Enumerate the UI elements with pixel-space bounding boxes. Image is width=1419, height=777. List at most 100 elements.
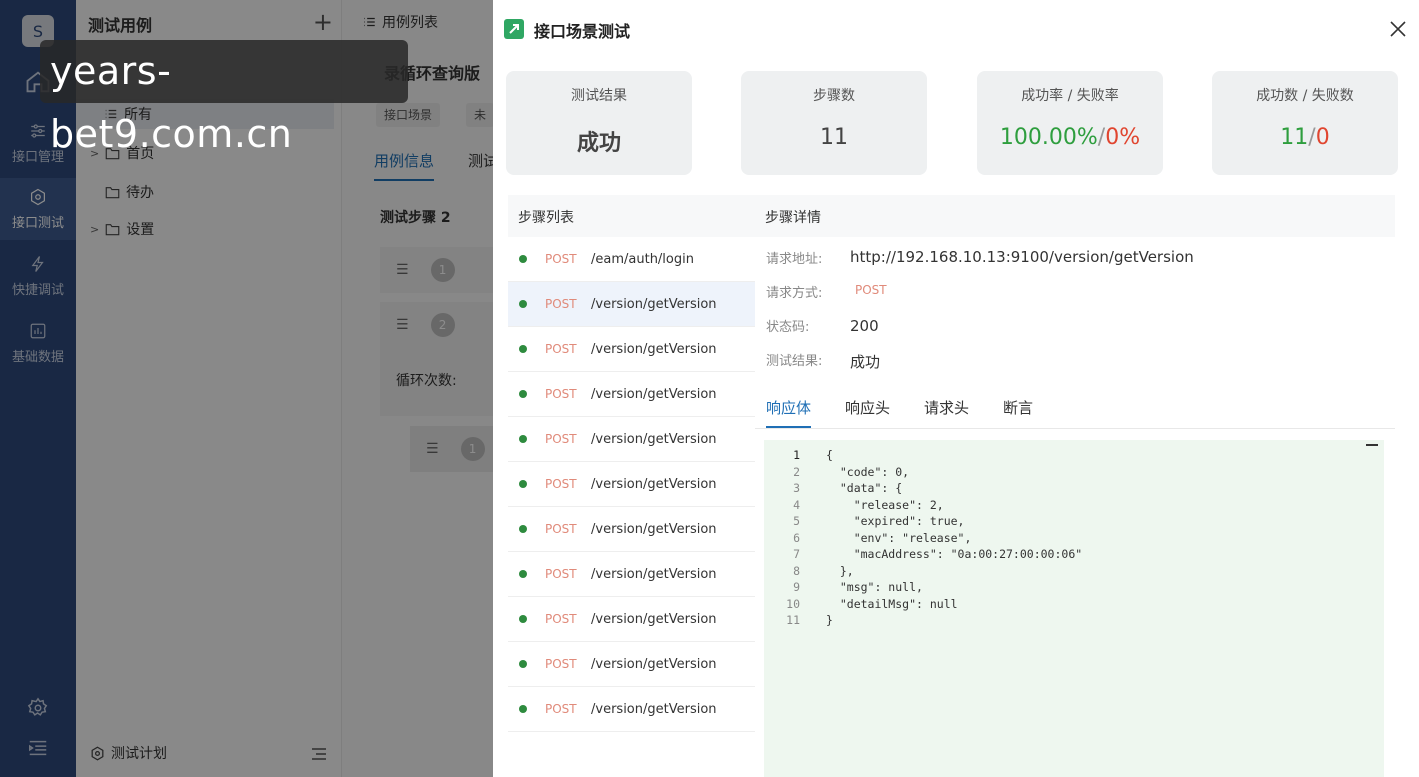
- status-dot-icon: [519, 390, 527, 398]
- status-dot-icon: [519, 660, 527, 668]
- step-path: /version/getVersion: [591, 476, 717, 492]
- stat-value: 11/0: [1212, 125, 1398, 150]
- tab-response-headers[interactable]: 响应头: [845, 397, 890, 428]
- stat-success-count: 成功数 / 失败数 11/0: [1212, 71, 1398, 175]
- step-list-item[interactable]: POST/version/getVersion: [508, 642, 755, 687]
- step-path: /version/getVersion: [591, 296, 717, 312]
- tab-response-body[interactable]: 响应体: [766, 397, 812, 428]
- step-list-item[interactable]: POST/version/getVersion: [508, 417, 755, 462]
- status-dot-icon: [519, 255, 527, 263]
- code-text: "macAddress": "0a:00:27:00:00:06": [826, 547, 1083, 561]
- request-url-label: 请求地址:: [766, 252, 823, 267]
- code-text: "code": 0,: [826, 464, 910, 479]
- request-method-label: 请求方式:: [766, 286, 823, 301]
- step-path: /version/getVersion: [591, 566, 717, 582]
- code-line: 10 "detailMsg": null: [764, 596, 957, 613]
- status-dot-icon: [519, 525, 527, 533]
- line-number: 9: [793, 580, 800, 594]
- close-icon[interactable]: [1389, 20, 1407, 38]
- step-method: POST: [545, 387, 577, 401]
- step-method: POST: [545, 612, 577, 626]
- step-path: /version/getVersion: [591, 431, 717, 447]
- request-url: http://192.168.10.13:9100/version/getVer…: [850, 248, 1194, 266]
- stat-value: 100.00%/0%: [977, 125, 1163, 150]
- code-text: }: [826, 613, 833, 627]
- test-result-label: 测试结果:: [766, 354, 823, 369]
- status-dot-icon: [519, 300, 527, 308]
- code-line: 3 "data": {: [764, 480, 902, 497]
- status-dot-icon: [519, 480, 527, 488]
- stat-value: 成功: [576, 131, 621, 156]
- fail-count: 0: [1315, 125, 1330, 150]
- code-line: 9 "msg": null,: [764, 579, 923, 596]
- line-number: 2: [793, 464, 800, 479]
- code-line: 8 },: [764, 563, 854, 580]
- stat-test-result: 测试结果 成功: [506, 71, 692, 175]
- step-method: POST: [545, 252, 577, 266]
- step-path: /version/getVersion: [591, 656, 717, 672]
- code-text: "env": "release",: [826, 530, 972, 545]
- line-number: 7: [793, 547, 800, 561]
- code-line: 5 "expired": true,: [764, 513, 964, 530]
- line-number: 6: [793, 530, 800, 545]
- status-dot-icon: [519, 345, 527, 353]
- tab-request-headers[interactable]: 请求头: [924, 397, 969, 428]
- step-list-item[interactable]: POST/version/getVersion: [508, 552, 755, 597]
- step-list-item[interactable]: POST/version/getVersion: [508, 507, 755, 552]
- response-body-viewer[interactable]: 1{2 "code": 0, 3 "data": {4 "release": 2,…: [764, 440, 1384, 777]
- status-dot-icon: [519, 570, 527, 578]
- step-path: /version/getVersion: [591, 611, 717, 627]
- step-list-item[interactable]: POST/eam/auth/login: [508, 237, 755, 282]
- watermark: years-bet9.com.cn: [40, 40, 408, 156]
- step-method: POST: [545, 342, 577, 356]
- status-code-label: 状态码:: [766, 320, 810, 335]
- code-line: 7 "macAddress": "0a:00:27:00:00:06": [764, 546, 1082, 563]
- code-text: {: [826, 448, 833, 462]
- code-line: 4 "release": 2,: [764, 497, 944, 514]
- status-code: 200: [850, 317, 879, 335]
- code-line: 1{: [764, 447, 833, 464]
- status-dot-icon: [519, 435, 527, 443]
- line-number: 5: [793, 514, 800, 528]
- step-list-item[interactable]: POST/version/getVersion: [508, 282, 755, 327]
- step-method: POST: [545, 297, 577, 311]
- line-number: 8: [793, 563, 800, 578]
- status-dot-icon: [519, 615, 527, 623]
- stat-success-rate: 成功率 / 失败率 100.00%/0%: [977, 71, 1163, 175]
- step-list-item[interactable]: POST/version/getVersion: [508, 462, 755, 507]
- drawer-title: 接口场景测试: [534, 22, 631, 41]
- line-number: 1: [793, 448, 800, 462]
- step-path: /version/getVersion: [591, 521, 717, 537]
- step-method: POST: [545, 432, 577, 446]
- step-list-item[interactable]: POST/version/getVersion: [508, 372, 755, 417]
- code-text: "release": 2,: [826, 497, 944, 512]
- line-number: 10: [786, 596, 800, 611]
- stat-step-count: 步骤数 11: [741, 71, 927, 175]
- fail-rate: 0%: [1105, 125, 1141, 150]
- success-count: 11: [1280, 125, 1309, 150]
- status-dot-icon: [519, 705, 527, 713]
- tab-assertions[interactable]: 断言: [1003, 397, 1033, 428]
- code-line: 6 "env": "release",: [764, 530, 971, 547]
- separator: /: [1308, 125, 1316, 150]
- line-number: 4: [793, 497, 800, 512]
- step-path: /version/getVersion: [591, 386, 717, 402]
- step-list-item[interactable]: POST/version/getVersion: [508, 327, 755, 372]
- step-method: POST: [545, 522, 577, 536]
- stat-label: 步骤数: [813, 88, 855, 104]
- code-text: "msg": null,: [826, 580, 923, 594]
- minimize-icon[interactable]: [1366, 444, 1378, 446]
- code-line: 2 "code": 0,: [764, 464, 909, 481]
- request-method: POST: [855, 283, 887, 297]
- step-path: /version/getVersion: [591, 341, 717, 357]
- stat-label: 成功率 / 失败率: [1021, 88, 1119, 104]
- scenario-icon: [504, 19, 524, 39]
- step-list-item[interactable]: POST/version/getVersion: [508, 597, 755, 642]
- code-line: 11}: [764, 612, 833, 629]
- scenario-test-drawer: 接口场景测试 测试结果 成功 步骤数 11 成功率 / 失败率 100.00%/…: [493, 0, 1419, 777]
- tabs-divider: [755, 428, 1395, 429]
- step-detail-title: 步骤详情: [755, 195, 1395, 237]
- step-list-item[interactable]: POST/version/getVersion: [508, 687, 755, 732]
- test-result: 成功: [850, 353, 881, 371]
- code-text: "data": {: [826, 481, 903, 495]
